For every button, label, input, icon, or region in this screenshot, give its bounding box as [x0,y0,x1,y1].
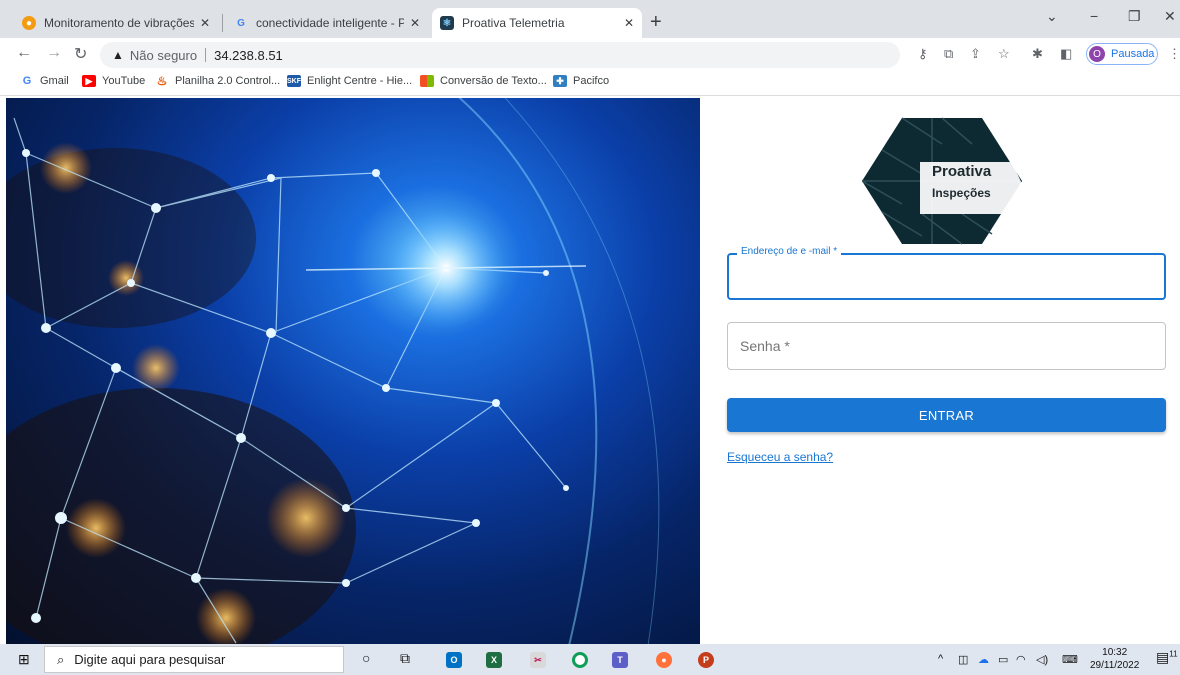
windows-start-icon[interactable]: ⊞ [18,651,30,668]
close-icon[interactable]: ✕ [200,16,210,30]
tab-title: conectividade inteligente - Pesqu [256,16,404,30]
tray-app-icon[interactable]: ◫ [958,653,968,666]
share-icon[interactable]: ⇪ [970,46,981,62]
firefox-icon[interactable]: ● [656,652,672,668]
email-field[interactable]: Endereço de e -mail * [727,246,1166,300]
email-field-label: Endereço de e -mail * [737,246,842,257]
profile-status: Pausada [1111,48,1155,60]
flame-icon: ♨ [156,74,168,88]
google-icon: G [22,75,32,87]
outlook-icon[interactable]: O [446,652,462,668]
chrome-icon[interactable] [572,652,588,668]
search-icon: ⌕ [57,651,65,667]
close-icon[interactable]: ✕ [624,16,634,30]
bookmarks-bar: G Gmail ▶ YouTube ♨ Planilha 2.0 Control… [0,70,1180,96]
restore-icon[interactable]: ❐ [1128,8,1141,25]
logo-text-inspecoes: Inspeções [932,186,991,200]
bookmark-conversao[interactable]: Conversão de Texto... [420,75,547,87]
bookmark-label: Gmail [40,75,69,87]
security-label: Não seguro [129,47,198,63]
email-input[interactable] [729,255,1164,298]
hero-network-image [6,98,700,644]
tab-monitoramento[interactable]: ● Monitoramento de vibrações intel ✕ [14,8,218,38]
extensions-puzzle-icon[interactable]: ✱ [1032,46,1043,62]
address-divider [205,48,207,62]
windows-taskbar: ⊞ ⌕ Digite aqui para pesquisar ○ ⧉ O X ✂… [0,644,1180,675]
bookmark-label: Planilha 2.0 Control... [175,75,281,87]
translate-icon[interactable]: ⧉ [944,46,953,62]
minimize-icon[interactable]: − [1090,8,1098,24]
google-icon: G [237,17,245,29]
proativa-logo [862,117,1022,245]
forgot-password-link[interactable]: Esqueceu a senha? [727,450,833,464]
reload-icon[interactable]: ↻ [74,44,87,64]
tab-conectividade[interactable]: G conectividade inteligente - Pesqu ✕ [226,8,428,38]
skf-icon: SKF [287,75,301,87]
taskbar-search-box[interactable]: ⌕ Digite aqui para pesquisar [44,646,344,673]
bookmark-planilha[interactable]: ♨ Planilha 2.0 Control... [155,74,281,88]
menu-kebab-icon[interactable]: ⋮ [1168,46,1180,62]
clock-time: 10:32 [1102,647,1128,658]
window-close-icon[interactable]: ✕ [1164,8,1176,25]
tray-chevron-up-icon[interactable]: ^ [938,653,943,665]
keyboard-icon[interactable]: ⌨ [1062,653,1078,666]
back-arrow-icon[interactable]: ← [16,44,32,62]
login-panel: Proativa Inspeções Endereço de e -mail *… [700,98,1180,644]
login-submit-button[interactable]: ENTRAR [727,398,1166,432]
password-input[interactable] [728,323,1165,369]
proativa-site-icon: ⚛ [440,16,454,30]
browser-toolbar: ← → ↻ ▲ Não seguro 34.238.8.51 ⚷ ⧉ ⇪ ☆ ✱… [0,38,1180,70]
volume-icon[interactable]: ◁) [1036,653,1048,666]
bookmark-label: Enlight Centre - Hie... [307,75,413,87]
pacifco-icon: ✚ [553,75,567,87]
bookmark-label: YouTube [102,75,146,87]
tab-title: Monitoramento de vibrações intel [44,16,194,30]
orange-site-icon: ● [22,16,36,30]
clock-date: 29/11/2022 [1090,660,1140,671]
notification-count: 11 [1169,649,1178,659]
new-tab-plus-icon[interactable]: + [650,11,662,34]
youtube-icon: ▶ [82,75,96,87]
bookmark-youtube[interactable]: ▶ YouTube [82,75,145,87]
bookmark-star-icon[interactable]: ☆ [998,46,1010,62]
bookmark-label: Conversão de Texto... [440,75,547,87]
avatar: O [1089,46,1105,62]
battery-icon[interactable]: ▭ [998,653,1008,666]
notification-center-icon[interactable]: ▤11 [1156,649,1178,666]
side-panel-icon[interactable]: ◧ [1060,46,1072,62]
bookmark-label: Pacifco [573,75,610,87]
snipping-tool-icon[interactable]: ✂ [530,652,546,668]
tab-title: Proativa Telemetria [462,16,565,30]
tab-proativa-telemetria[interactable]: ⚛ Proativa Telemetria ✕ [432,8,642,38]
password-field[interactable] [727,322,1166,370]
powerpoint-icon[interactable]: P [698,652,714,668]
bookmark-gmail[interactable]: G Gmail [20,75,69,87]
bookmark-enlight[interactable]: SKF Enlight Centre - Hie... [287,75,412,87]
network-globe-graphic [6,98,660,644]
logo-text-proativa: Proativa [932,163,992,180]
tray-cloud-icon[interactable]: ☁ [978,653,989,666]
excel-icon[interactable]: X [486,652,502,668]
cortana-circle-icon[interactable]: ○ [362,650,370,666]
warning-triangle-icon[interactable]: ▲ [112,48,124,62]
taskbar-search-placeholder: Digite aqui para pesquisar [74,652,226,667]
tab-divider [222,14,223,32]
url-text[interactable]: 34.238.8.51 [214,48,283,63]
address-bar[interactable]: ▲ Não seguro 34.238.8.51 [100,42,900,68]
close-icon[interactable]: ✕ [410,16,420,30]
tab-search-chevron-icon[interactable]: ⌄ [1046,8,1058,25]
forward-arrow-icon[interactable]: → [46,44,62,62]
taskbar-clock[interactable]: 10:32 29/11/2022 [1090,646,1139,672]
microsoft-icon [420,75,434,87]
wifi-icon[interactable]: ◠ [1016,653,1026,666]
bookmark-pacifco[interactable]: ✚ Pacifco [553,75,609,87]
teams-icon[interactable]: T [612,652,628,668]
task-view-icon[interactable]: ⧉ [400,650,410,667]
key-icon[interactable]: ⚷ [918,46,928,62]
browser-tab-bar: ● Monitoramento de vibrações intel ✕ G c… [0,0,1180,38]
profile-button[interactable]: O Pausada [1086,43,1158,65]
